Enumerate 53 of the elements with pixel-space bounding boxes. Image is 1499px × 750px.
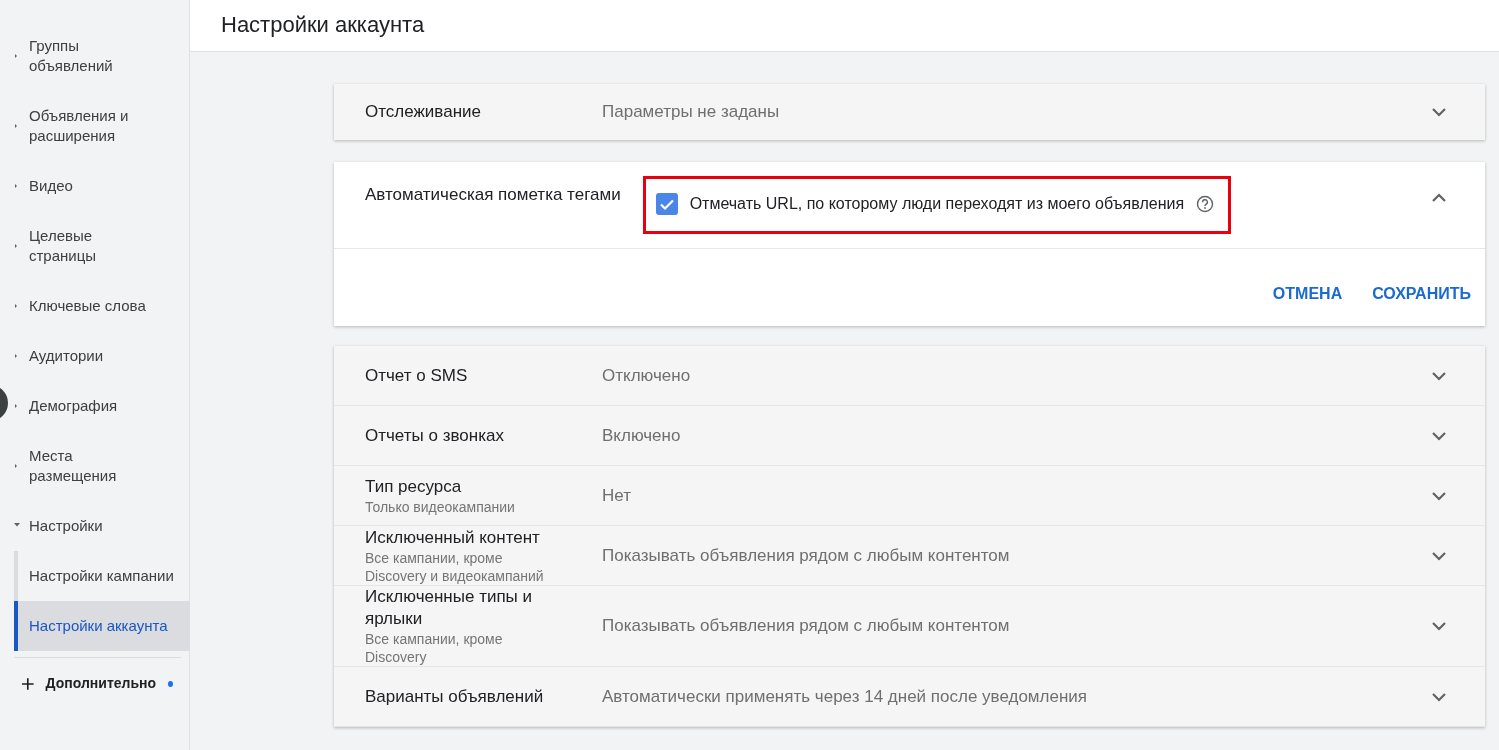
- more-menu[interactable]: Дополнительно: [14, 657, 181, 709]
- sidebar-item[interactable]: Видео: [10, 161, 190, 211]
- setting-title: Тип ресурса: [365, 475, 463, 498]
- setting-value: Отключено: [602, 365, 691, 385]
- caret-right-icon: [15, 182, 19, 190]
- settings-row[interactable]: Тип ресурса Только видеокампании Нет: [334, 466, 1485, 526]
- sidebar-item[interactable]: Ключевые слова: [10, 281, 190, 331]
- caret-down-icon: [12, 523, 22, 529]
- setting-title: Исключенный контент: [365, 526, 541, 549]
- caret-right-icon: [15, 242, 19, 250]
- sidebar-item[interactable]: Настройки: [10, 501, 190, 551]
- setting-value: Показывать объявления рядом с любым контентом: [602, 616, 1010, 636]
- setting-title: Отслеживание: [365, 101, 482, 123]
- sidebar-item[interactable]: Демография: [10, 381, 190, 431]
- setting-value: Автоматически применять через 14 дней после уведомления: [602, 686, 1087, 706]
- sidebar-item[interactable]: Места размещения: [10, 431, 190, 501]
- save-button[interactable]: СОХРАНИТЬ: [1372, 282, 1471, 306]
- settings-row[interactable]: Исключенный контент Все кампании, кроме Discovery и видеокампаний Показывать объявления рядом с любым контентом: [334, 526, 1485, 586]
- settings-row[interactable]: Отслеживание Параметры не заданы: [334, 84, 1485, 140]
- setting-title: Отчеты о звонках: [365, 424, 505, 447]
- checkbox[interactable]: [655, 193, 678, 215]
- caret-right-icon: [15, 402, 19, 410]
- setting-subtitle: Все кампании, кроме Discovery и видеокампаний: [365, 548, 545, 585]
- setting-value: Включено: [602, 425, 681, 445]
- setting-title: Автоматическая пометка тегами: [365, 184, 621, 206]
- setting-subtitle: Все кампании, кроме Discovery: [365, 630, 504, 666]
- page-title: Настройки аккаунта: [221, 12, 425, 39]
- settings-row[interactable]: Исключенные типы и ярлыки Все кампании, кроме Discovery Показывать объявления рядом с любым контентом: [334, 586, 1485, 667]
- caret-right-icon: [15, 302, 19, 310]
- setting-value: Нет: [602, 485, 631, 505]
- sidebar-subitem[interactable]: Настройки аккаунта: [14, 601, 190, 651]
- cancel-button[interactable]: ОТМЕНА: [1272, 282, 1343, 306]
- caret-right-icon: [15, 462, 19, 470]
- sidebar-item[interactable]: Целевые страницы: [10, 211, 190, 281]
- settings-row[interactable]: Отчет о SMS Отключено: [334, 346, 1485, 406]
- settings-row[interactable]: Варианты объявлений Автоматически применять через 14 дней после уведомления: [334, 667, 1485, 727]
- checkbox-label: Отмечать URL, по которому люди переходят из моего объявления: [689, 194, 1185, 214]
- caret-right-icon: [15, 122, 19, 130]
- plus-icon: [22, 676, 34, 691]
- caret-right-icon: [15, 52, 19, 60]
- help-icon[interactable]: [1196, 195, 1215, 213]
- setting-title: Исключенные типы и ярлыки: [365, 586, 534, 630]
- setting-subtitle: Только видеокампании: [365, 497, 516, 516]
- sidebar-item[interactable]: Группы объявлений: [10, 21, 190, 91]
- settings-row[interactable]: Отчеты о звонках Включено: [334, 406, 1485, 466]
- sidebar-item[interactable]: Объявления и расширения: [10, 91, 190, 161]
- setting-value: Параметры не заданы: [602, 102, 780, 122]
- setting-value: Показывать объявления рядом с любым контентом: [602, 545, 1010, 565]
- caret-right-icon: [15, 352, 19, 360]
- sidebar-item[interactable]: Аудитории: [10, 331, 190, 381]
- setting-title: Отчет о SMS: [365, 364, 469, 387]
- setting-title: Варианты объявлений: [365, 685, 545, 708]
- more-label: Дополнительно: [45, 674, 157, 693]
